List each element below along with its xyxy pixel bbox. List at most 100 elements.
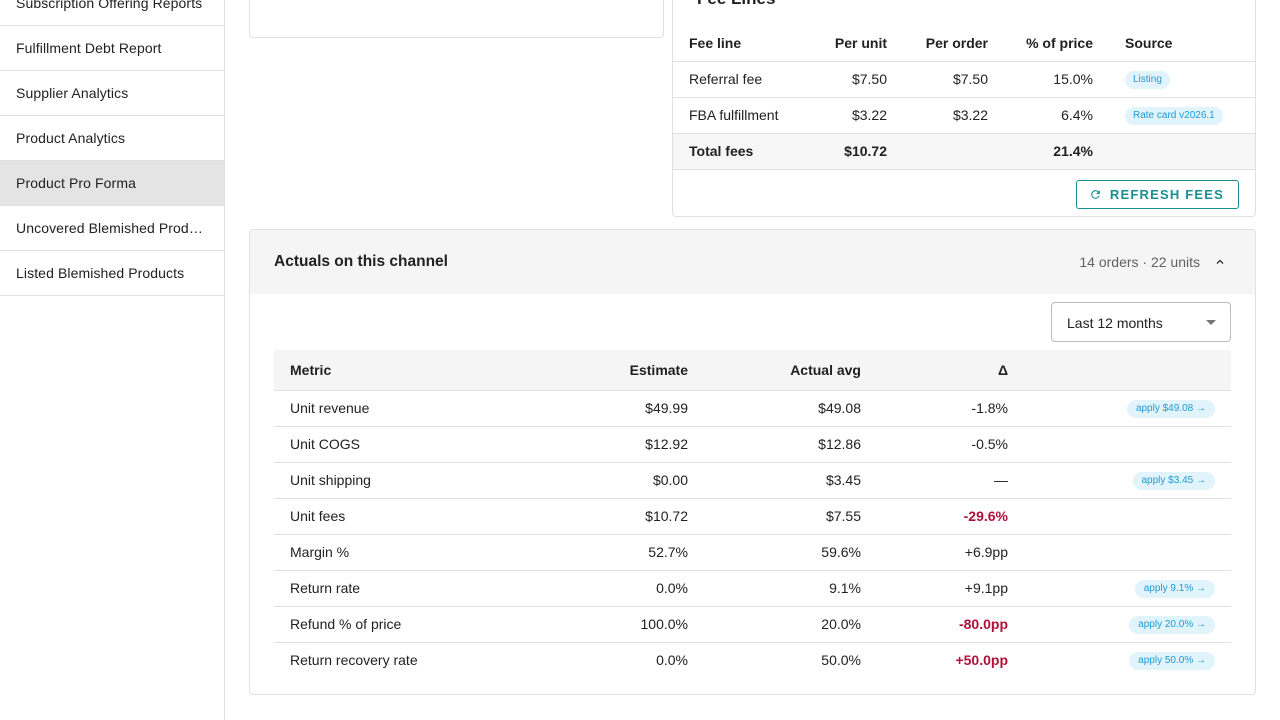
period-select[interactable]: Last 12 months <box>1051 302 1231 342</box>
delta-cell: -0.5% <box>861 426 1008 463</box>
sidebar-item-supplier-analytics[interactable]: Supplier Analytics <box>0 71 224 116</box>
metric-row: Margin % 52.7% 59.6% +6.9pp <box>274 534 1231 571</box>
actuals-header-row: Metric Estimate Actual avg Δ <box>274 350 1231 391</box>
apply-cell: apply 20.0% → <box>1008 606 1231 643</box>
source-badge: Listing <box>1125 71 1170 89</box>
apply-actual-button[interactable]: apply 9.1% → <box>1134 580 1215 598</box>
refresh-fees-button[interactable]: REFRESH FEES <box>1075 180 1239 209</box>
metric-name-cell: Unit shipping <box>274 462 514 499</box>
fee-lines-table: Fee line Per unit Per order % of price S… <box>673 25 1255 170</box>
actual-avg-cell: $49.08 <box>688 390 861 427</box>
source-badge: Rate card v2026.1 <box>1125 107 1223 125</box>
delta-cell: +6.9pp <box>861 534 1008 571</box>
metric-row: Return rate 0.0% 9.1% +9.1pp apply 9.1% → <box>274 570 1231 607</box>
apply-cell <box>1008 426 1231 463</box>
col-per-unit: Per unit <box>813 25 887 62</box>
col-fee-line: Fee line <box>673 25 813 62</box>
actuals-title: Actuals on this channel <box>274 253 448 270</box>
col-delta: Δ <box>861 350 1008 391</box>
estimate-cell: $10.72 <box>514 498 688 535</box>
metric-row: Refund % of price 100.0% 20.0% -80.0pp apply… <box>274 606 1231 643</box>
fee-lines-card: Fee Lines Fee line Per unit Per order % … <box>672 0 1256 217</box>
fee-total-row: Total fees $10.72 21.4% <box>673 133 1255 170</box>
fee-lines-title: Fee Lines <box>697 0 775 9</box>
metric-name-cell: Return rate <box>274 570 514 607</box>
estimate-cell: $12.92 <box>514 426 688 463</box>
estimate-cell: 0.0% <box>656 652 688 669</box>
refresh-icon <box>1091 190 1100 199</box>
delta-cell: +9.1pp <box>861 570 1008 607</box>
actual-avg-cell: 20.0% <box>688 606 861 643</box>
metric-row: Unit shipping $0.00 $3.45— apply $3.45 → <box>274 462 1231 499</box>
total-per-unit: $10.72 <box>813 133 887 170</box>
sidebar-item-uncovered-blemished-products[interactable]: Uncovered Blemished Products <box>0 206 224 251</box>
pct-price-cell: 15.0% <box>988 61 1093 98</box>
col-metric: Metric <box>274 350 514 391</box>
apply-cell: apply $3.45 → <box>1008 462 1231 499</box>
actuals-table: Metric Estimate Actual avg Δ Unit revenu… <box>274 350 1231 678</box>
apply-cell <box>1008 498 1231 535</box>
estimate-cell: 0.0% <box>514 570 688 607</box>
source-cell: Listing <box>1093 61 1255 98</box>
summary-card <box>249 0 664 38</box>
period-select-value: Last 12 months <box>1067 315 1163 331</box>
actual-avg-cell: 9.1% <box>688 570 861 607</box>
fee-row: Referral fee $7.50 $7.50 15.0% Listing <box>673 61 1255 98</box>
metric-name-cell: Unit COGS <box>274 426 514 463</box>
actual-avg-cell: $3.45 <box>688 462 861 499</box>
estimate-cell: 100.0% <box>514 606 688 643</box>
caret-down-icon <box>1206 320 1216 325</box>
refresh-fees-label: REFRESH FEES <box>1109 187 1224 202</box>
sidebar-item-product-analytics[interactable]: Product Analytics <box>0 116 224 161</box>
metric-row: Unit COGS $12.92 $12.86 -0.5% <box>274 426 1231 463</box>
apply-actual-button[interactable]: apply 20.0% → <box>1129 616 1215 634</box>
fee-line-cell: FBA fulfillment <box>673 97 813 134</box>
delta-cell: -1.8% <box>861 390 1008 427</box>
per-order-cell: $3.22 <box>887 97 988 134</box>
apply-actual-button[interactable]: apply $49.08 → <box>1126 400 1215 418</box>
apply-actual-button[interactable]: apply $3.45 → <box>1132 472 1215 490</box>
apply-cell: apply 9.1% → <box>1008 570 1231 607</box>
pct-price-cell: 6.4% <box>988 97 1093 134</box>
metric-name-cell: Unit revenue <box>274 390 514 427</box>
estimate-cell: $49.99 <box>514 390 688 427</box>
fee-table-header-row: Fee line Per unit Per order % of price S… <box>673 25 1255 62</box>
col-source: Source <box>1093 25 1255 62</box>
sidebar-item-subscription-offering-reports[interactable]: Subscription Offering Reports <box>0 0 224 26</box>
metric-row: Return recovery rate 0.0% 50.0% +50.0pp appl… <box>274 642 1231 678</box>
apply-cell <box>1008 534 1231 571</box>
apply-actual-button[interactable]: apply 50.0% → <box>1129 652 1215 671</box>
actuals-order-count: 14 orders · 22 units <box>1079 254 1200 270</box>
per-order-cell: $7.50 <box>887 61 988 98</box>
chevron-up-icon[interactable] <box>1213 255 1227 269</box>
delta-cell: +50.0pp <box>955 652 1008 669</box>
estimate-cell: 52.7% <box>514 534 688 571</box>
metric-name-cell: Refund % of price <box>274 606 514 643</box>
col-actual-avg: Actual avg <box>688 350 861 391</box>
fee-row: FBA fulfillment $3.22 $3.22 6.4% Rate ca… <box>673 97 1255 134</box>
sidebar-item-listed-blemished-products[interactable]: Listed Blemished Products <box>0 251 224 296</box>
actual-avg-cell: $7.55 <box>688 498 861 535</box>
total-source <box>1093 133 1255 170</box>
metric-row: Unit revenue $49.99 $49.08 -1.8% apply $49.0… <box>274 390 1231 427</box>
per-unit-cell: $3.22 <box>813 97 887 134</box>
metric-name-cell: Unit fees <box>274 498 514 535</box>
col-estimate: Estimate <box>514 350 688 391</box>
delta-cell: -80.0pp <box>861 606 1008 643</box>
actuals-header[interactable]: Actuals on this channel 14 orders · 22 u… <box>250 230 1255 294</box>
apply-cell: apply 50.0% → <box>1008 642 1231 678</box>
metric-name-cell: Margin % <box>274 534 514 571</box>
sidebar-item-fulfillment-debt-report[interactable]: Fulfillment Debt Report <box>0 26 224 71</box>
sidebar-item-product-pro-forma[interactable]: Product Pro Forma <box>0 161 224 206</box>
actual-avg-cell: 59.6% <box>688 534 861 571</box>
metric-row: Unit fees $10.72 $7.55 -29.6% <box>274 498 1231 535</box>
col-pct-price: % of price <box>988 25 1093 62</box>
total-label: Total fees <box>673 133 813 170</box>
actual-avg-cell: 50.0% <box>821 652 861 669</box>
metric-name-cell: Return recovery rate <box>290 652 418 669</box>
sidebar: Subscription Offering Reports Fulfillmen… <box>0 0 225 720</box>
delta-cell: — <box>861 462 1008 499</box>
col-per-order: Per order <box>887 25 988 62</box>
fee-line-cell: Referral fee <box>673 61 813 98</box>
source-cell: Rate card v2026.1 <box>1093 97 1255 134</box>
